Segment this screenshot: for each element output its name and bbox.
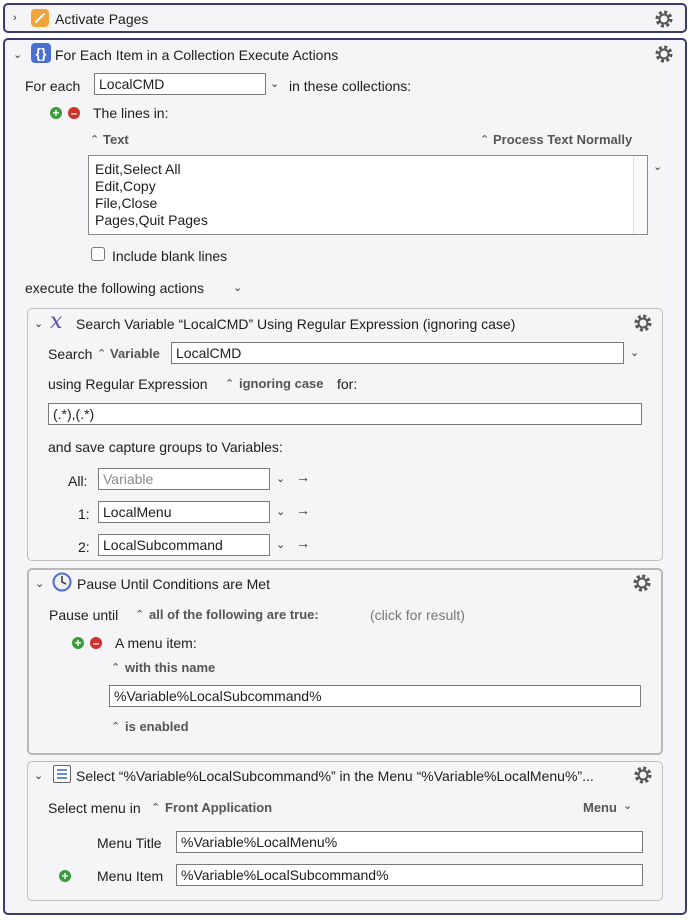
gear-icon[interactable] [653, 8, 675, 30]
add-condition-icon[interactable]: + [72, 637, 84, 649]
search-label: Search [48, 346, 93, 362]
updown-icon[interactable]: ⌃ [151, 801, 160, 815]
arrow-right-icon[interactable]: → [296, 469, 310, 485]
variable-field[interactable]: LocalCMD [94, 73, 266, 95]
group-2-field[interactable]: LocalSubcommand [98, 534, 270, 556]
text-line: Pages,Quit Pages [95, 212, 208, 228]
menu-item-condition-label: A menu item: [115, 635, 197, 651]
gear-icon[interactable] [653, 43, 675, 65]
gear-icon[interactable] [632, 764, 654, 786]
variable-field[interactable]: LocalCMD [171, 342, 624, 364]
action-title: For Each Item in a Collection Execute Ac… [55, 47, 339, 63]
in-collections-label: in these collections: [289, 78, 412, 94]
menu-title-label: Menu Title [97, 835, 162, 851]
action-for-each[interactable]: ⌄ {} For Each Item in a Collection Execu… [3, 38, 687, 915]
lines-in-label: The lines in: [93, 105, 169, 121]
menu-item-label: Menu Item [97, 868, 164, 884]
regex-field[interactable]: (.*),(.*) [48, 403, 642, 425]
scrollbar[interactable] [633, 156, 647, 234]
updown-icon[interactable]: ⌃ [90, 133, 99, 147]
add-menu-item-icon[interactable]: + [59, 870, 71, 882]
include-blank-checkbox[interactable] [91, 247, 105, 261]
action-activate-pages[interactable]: › Activate Pages [3, 3, 687, 33]
action-search-variable[interactable]: ⌄ x Search Variable “LocalCMD” Using Reg… [27, 308, 663, 561]
group-1-label: 1: [78, 506, 90, 522]
menu-chevron-down-icon[interactable]: ⌄ [623, 799, 632, 812]
disclosure-chevron-down-icon[interactable]: ⌄ [34, 769, 43, 782]
disclosure-chevron-right-icon[interactable]: › [13, 12, 17, 24]
source-type-selector[interactable]: Text [103, 131, 129, 149]
execute-label: execute the following actions [25, 280, 204, 296]
action-title: Activate Pages [55, 11, 149, 27]
gear-icon[interactable] [632, 312, 654, 334]
source-type-selector[interactable]: Variable [110, 345, 160, 363]
disclosure-chevron-down-icon[interactable]: ⌄ [13, 48, 22, 61]
execute-chevron-down-icon[interactable]: ⌄ [233, 281, 242, 294]
textarea-chevron-down-icon[interactable]: ⌄ [653, 160, 662, 173]
group-1-chevron-down-icon[interactable]: ⌄ [276, 505, 285, 518]
menu-dropdown[interactable]: Menu [583, 799, 617, 817]
menu-title-field[interactable]: %Variable%LocalMenu% [176, 831, 643, 853]
text-line: Edit,Copy [95, 178, 156, 194]
disclosure-chevron-down-icon[interactable]: ⌄ [35, 577, 44, 590]
add-collection-icon[interactable]: + [50, 107, 62, 119]
updown-icon[interactable]: ⌃ [225, 377, 234, 391]
group-2-label: 2: [78, 539, 90, 555]
clock-icon [52, 572, 72, 592]
group-all-field[interactable]: Variable [98, 468, 270, 490]
updown-icon[interactable]: ⌃ [111, 661, 120, 675]
updown-icon[interactable]: ⌃ [97, 347, 106, 361]
group-all-label: All: [68, 473, 88, 489]
action-select-menu[interactable]: ⌄ Select “%Variable%LocalSubcommand%” in… [27, 761, 663, 901]
text-line: File,Close [95, 195, 158, 211]
pages-icon [31, 9, 49, 27]
variable-chevron-down-icon[interactable]: ⌄ [270, 77, 279, 90]
result-hint[interactable]: (click for result) [370, 606, 465, 624]
case-mode-selector[interactable]: ignoring case [239, 375, 324, 393]
regex-x-icon: x [50, 309, 63, 334]
remove-collection-icon[interactable]: – [68, 107, 80, 119]
arrow-right-icon[interactable]: → [296, 502, 310, 518]
gear-icon[interactable] [631, 572, 653, 594]
for-each-icon: {} [31, 43, 51, 63]
match-mode-selector[interactable]: with this name [125, 659, 215, 677]
menu-name-field[interactable]: %Variable%LocalSubcommand% [109, 685, 641, 707]
group-1-field[interactable]: LocalMenu [98, 501, 270, 523]
save-groups-label: and save capture groups to Variables: [48, 439, 283, 455]
text-line: Edit,Select All [95, 161, 181, 177]
updown-icon[interactable]: ⌃ [480, 133, 489, 147]
state-mode-selector[interactable]: is enabled [125, 718, 189, 736]
select-menu-in-label: Select menu in [48, 800, 141, 816]
lines-textarea[interactable]: Edit,Select All Edit,Copy File,Close Pag… [88, 155, 648, 235]
action-pause-until[interactable]: ⌄ Pause Until Conditions are Met Pause u… [27, 568, 663, 755]
group-all-chevron-down-icon[interactable]: ⌄ [276, 472, 285, 485]
arrow-right-icon[interactable]: → [296, 535, 310, 551]
condition-mode-selector[interactable]: all of the following are true: [149, 606, 319, 624]
updown-icon[interactable]: ⌃ [135, 608, 144, 622]
include-blank-label: Include blank lines [112, 248, 228, 264]
disclosure-chevron-down-icon[interactable]: ⌄ [34, 317, 43, 330]
pause-until-label: Pause until [49, 607, 119, 623]
group-2-chevron-down-icon[interactable]: ⌄ [276, 538, 285, 551]
process-mode-selector[interactable]: Process Text Normally [493, 131, 632, 149]
action-title: Search Variable “LocalCMD” Using Regular… [76, 316, 516, 332]
menu-item-field[interactable]: %Variable%LocalSubcommand% [176, 864, 643, 886]
variable-chevron-down-icon[interactable]: ⌄ [630, 346, 639, 359]
using-regex-label: using Regular Expression [48, 376, 208, 392]
for-label: for: [337, 376, 358, 392]
menu-list-icon [53, 765, 71, 783]
updown-icon[interactable]: ⌃ [111, 720, 120, 734]
action-title: Pause Until Conditions are Met [77, 576, 270, 592]
remove-condition-icon[interactable]: – [90, 637, 102, 649]
for-each-label: For each [25, 78, 81, 94]
app-mode-selector[interactable]: Front Application [165, 799, 272, 817]
action-title: Select “%Variable%LocalSubcommand%” in t… [76, 768, 594, 784]
